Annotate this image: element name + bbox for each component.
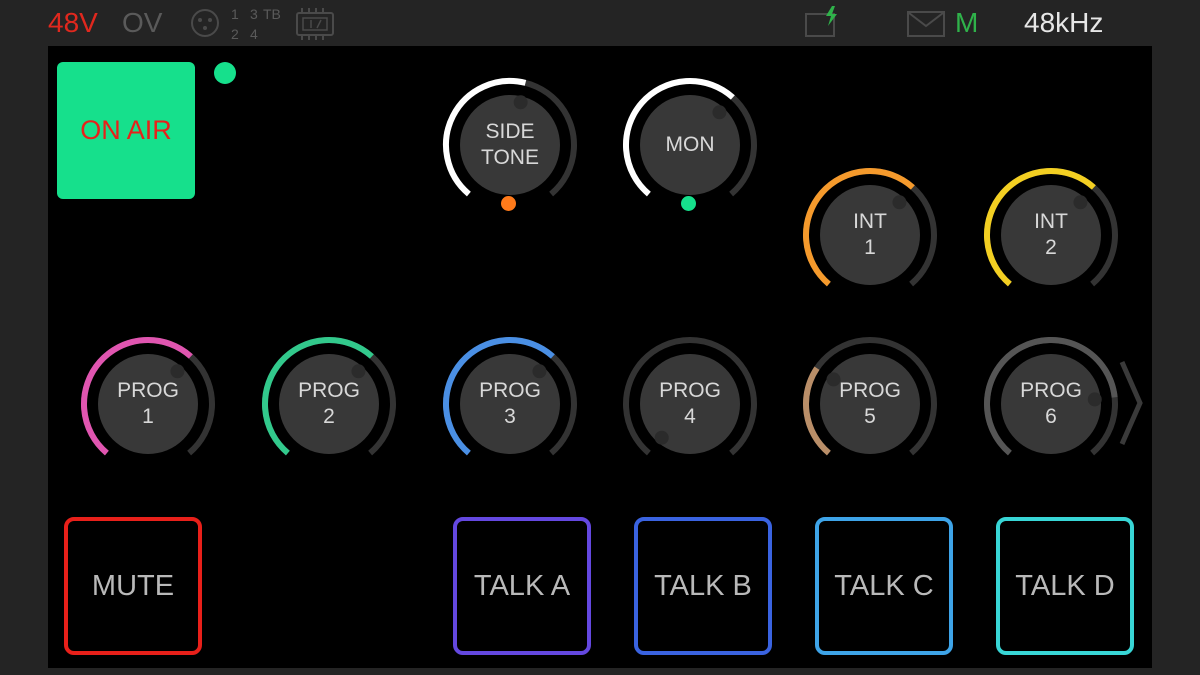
knob-indicator (826, 372, 841, 387)
knob-indicator (170, 364, 185, 379)
prog-2-knob[interactable]: PROG 2 (259, 334, 399, 474)
phantom-power-indicator: 48V (48, 7, 98, 38)
prog-1-knob[interactable]: PROG 1 (78, 334, 218, 474)
knob-body (820, 354, 920, 454)
knob-indicator (1087, 392, 1102, 407)
knob-indicator (351, 364, 366, 379)
sidetone-led (501, 196, 516, 211)
prog-5-knob[interactable]: PROG 5 (800, 334, 940, 474)
overvoltage-indicator: OV (122, 7, 163, 38)
talk-d-button[interactable]: TALK D (996, 517, 1134, 655)
talkback-label: TB (263, 6, 281, 22)
knob-indicator (513, 95, 528, 110)
mon-led (681, 196, 696, 211)
mute-button[interactable]: MUTE (64, 517, 202, 655)
knob-body (1001, 354, 1101, 454)
knob-indicator (712, 105, 727, 120)
knob-body (460, 95, 560, 195)
xlr-connector-icon (190, 8, 220, 38)
int-2-knob[interactable]: INT 2 (981, 165, 1121, 305)
talk-b-button[interactable]: TALK B (634, 517, 772, 655)
status-bar: 48V OV 1 3 TB 2 4 M 48kHz (0, 0, 1200, 46)
battery-charging-icon (804, 6, 842, 40)
on-air-button[interactable]: ON AIR (57, 62, 195, 199)
knob-indicator (654, 430, 669, 445)
prog-3-knob[interactable]: PROG 3 (440, 334, 580, 474)
knob-indicator (1073, 195, 1088, 210)
knob-indicator (892, 195, 907, 210)
io-chip-icon (293, 8, 337, 40)
port-1-label: 1 (231, 6, 239, 22)
knob-indicator (532, 364, 547, 379)
prog-4-knob[interactable]: PROG 4 (620, 334, 760, 474)
prog-6-knob[interactable]: PROG 6 (981, 334, 1121, 474)
mail-icon[interactable] (907, 10, 945, 38)
talk-c-button[interactable]: TALK C (815, 517, 953, 655)
port-2-label: 2 (231, 26, 239, 42)
on-air-led (214, 62, 236, 84)
port-4-label: 4 (250, 26, 258, 42)
int-1-knob[interactable]: INT 1 (800, 165, 940, 305)
sidetone-knob[interactable]: SIDE TONE (440, 75, 580, 215)
talk-a-button[interactable]: TALK A (453, 517, 591, 655)
mon-knob[interactable]: MON (620, 75, 760, 215)
chevron-right-icon[interactable] (1116, 360, 1146, 446)
port-3-label: 3 (250, 6, 258, 22)
message-indicator: M (955, 7, 979, 38)
sample-rate: 48kHz (1024, 7, 1104, 38)
